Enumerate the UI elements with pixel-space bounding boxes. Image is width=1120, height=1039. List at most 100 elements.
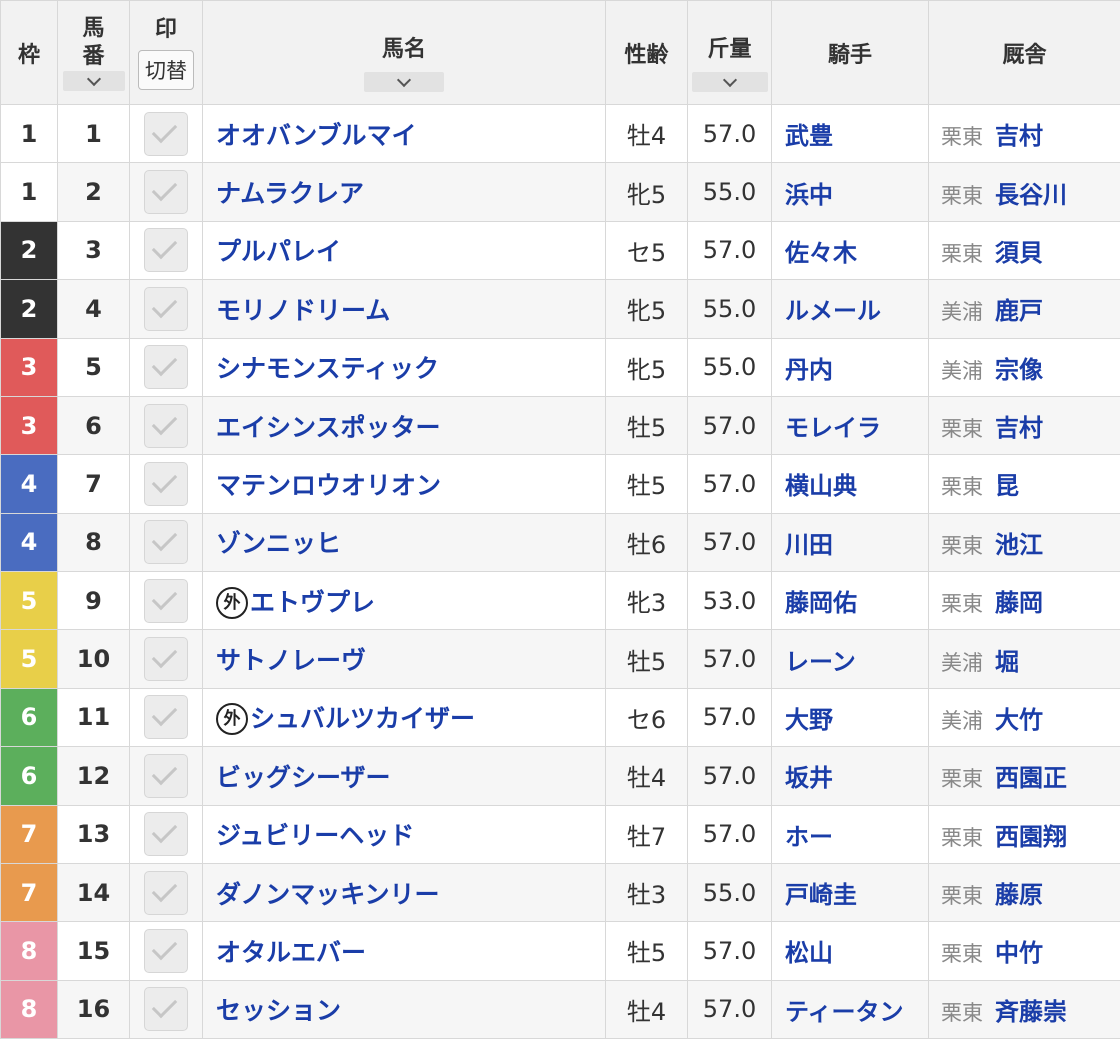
horse-name-link[interactable]: モリノドリーム — [216, 296, 390, 325]
trainer-link[interactable]: 須貝 — [995, 239, 1043, 267]
trainer-link[interactable]: 昆 — [995, 472, 1019, 500]
check-icon[interactable] — [144, 987, 188, 1031]
horse-name-link[interactable]: プルパレイ — [216, 237, 341, 266]
umaban-cell: 8 — [58, 513, 130, 571]
stable-region: 美浦 — [941, 651, 983, 675]
trainer-link[interactable]: 吉村 — [995, 122, 1043, 150]
jockey-link[interactable]: 川田 — [785, 531, 833, 559]
trainer-link[interactable]: 堀 — [995, 648, 1019, 676]
stable-cell: 栗東吉村 — [929, 396, 1120, 454]
jockey-link[interactable]: レーン — [785, 648, 856, 676]
jockey-link[interactable]: 横山典 — [785, 472, 857, 500]
check-icon[interactable] — [144, 170, 188, 214]
mark-cell — [130, 805, 203, 863]
horse-name-link[interactable]: セッション — [216, 996, 341, 1025]
sort-weight-button[interactable] — [692, 72, 768, 92]
weight-cell: 55.0 — [688, 863, 772, 921]
jockey-link[interactable]: 戸崎圭 — [785, 881, 857, 909]
check-icon[interactable] — [144, 929, 188, 973]
check-icon[interactable] — [144, 287, 188, 331]
jockey-link[interactable]: ホー — [785, 823, 833, 851]
trainer-link[interactable]: 藤岡 — [995, 589, 1043, 617]
trainer-link[interactable]: 斉藤崇 — [995, 998, 1067, 1026]
jockey-link[interactable]: 武豊 — [785, 122, 833, 150]
trainer-link[interactable]: 西園正 — [995, 764, 1067, 792]
trainer-link[interactable]: 吉村 — [995, 414, 1043, 442]
jockey-link[interactable]: 坂井 — [785, 764, 833, 792]
jockey-link[interactable]: 松山 — [785, 939, 833, 967]
umaban-cell: 14 — [58, 863, 130, 921]
horse-name-link[interactable]: エトヴプレ — [250, 588, 375, 617]
check-icon[interactable] — [144, 520, 188, 564]
sex-age-cell: 牡7 — [606, 805, 688, 863]
header-waku-label: 枠 — [18, 43, 40, 68]
horse-name-link[interactable]: ダノンマッキンリー — [216, 880, 440, 909]
horse-name-link[interactable]: オタルエバー — [216, 938, 366, 967]
horse-name-cell: サトノレーヴ — [203, 630, 606, 688]
sex-age-cell: セ5 — [606, 221, 688, 279]
sex-age-cell: 牡5 — [606, 922, 688, 980]
horse-name-link[interactable]: ジュビリーヘッド — [216, 821, 414, 850]
jockey-cell: 藤岡佑 — [772, 572, 929, 630]
check-icon[interactable] — [144, 637, 188, 681]
horse-name-link[interactable]: ビッグシーザー — [216, 763, 391, 792]
stable-region: 美浦 — [941, 709, 983, 733]
jockey-link[interactable]: ティータン — [785, 998, 904, 1026]
check-icon[interactable] — [144, 404, 188, 448]
mark-cell — [130, 338, 203, 396]
jockey-link[interactable]: ルメール — [785, 297, 881, 325]
mark-cell — [130, 280, 203, 338]
jockey-cell: 浜中 — [772, 163, 929, 221]
jockey-link[interactable]: モレイラ — [785, 414, 881, 442]
weight-cell: 55.0 — [688, 338, 772, 396]
check-icon[interactable] — [144, 579, 188, 623]
sex-age-cell: 牝5 — [606, 280, 688, 338]
check-icon[interactable] — [144, 812, 188, 856]
mark-cell — [130, 396, 203, 454]
mark-cell — [130, 163, 203, 221]
horse-name-link[interactable]: サトノレーヴ — [216, 646, 366, 675]
horse-name-link[interactable]: ゾンニッヒ — [216, 529, 341, 558]
horse-name-link[interactable]: シュバルツカイザー — [250, 704, 475, 733]
check-icon[interactable] — [144, 112, 188, 156]
check-icon[interactable] — [144, 695, 188, 739]
umaban-cell: 4 — [58, 280, 130, 338]
trainer-link[interactable]: 池江 — [995, 531, 1043, 559]
trainer-link[interactable]: 長谷川 — [995, 181, 1067, 209]
horse-name-cell: 外シュバルツカイザー — [203, 688, 606, 746]
horse-name-link[interactable]: シナモンスティック — [216, 354, 439, 383]
horse-name-link[interactable]: オオバンブルマイ — [216, 121, 417, 150]
check-icon[interactable] — [144, 462, 188, 506]
trainer-link[interactable]: 大竹 — [995, 706, 1043, 734]
weight-cell: 57.0 — [688, 513, 772, 571]
sort-umaban-button[interactable] — [63, 71, 125, 91]
jockey-link[interactable]: 浜中 — [785, 181, 833, 209]
sort-name-button[interactable] — [364, 72, 444, 92]
header-mark-label: 印 — [130, 16, 202, 44]
trainer-link[interactable]: 中竹 — [995, 939, 1043, 967]
check-icon[interactable] — [144, 345, 188, 389]
sex-age-cell: 牡3 — [606, 863, 688, 921]
trainer-link[interactable]: 藤原 — [995, 881, 1043, 909]
trainer-link[interactable]: 西園翔 — [995, 823, 1067, 851]
horse-name-link[interactable]: エイシンスポッター — [216, 413, 441, 442]
trainer-link[interactable]: 鹿戸 — [995, 297, 1043, 325]
jockey-link[interactable]: 丹内 — [785, 356, 833, 384]
horse-name-cell: ゾンニッヒ — [203, 513, 606, 571]
table-row: 713ジュビリーヘッド牡757.0ホー栗東西園翔 — [1, 805, 1120, 863]
jockey-link[interactable]: 藤岡佑 — [785, 589, 857, 617]
horse-name-link[interactable]: ナムラクレア — [216, 179, 364, 208]
horse-name-cell: プルパレイ — [203, 221, 606, 279]
mark-toggle-button[interactable]: 切替 — [138, 50, 194, 90]
jockey-link[interactable]: 佐々木 — [785, 239, 857, 267]
check-icon[interactable] — [144, 228, 188, 272]
check-icon[interactable] — [144, 871, 188, 915]
horse-name-link[interactable]: マテンロウオリオン — [216, 471, 441, 500]
check-icon[interactable] — [144, 754, 188, 798]
header-sex-age-label: 性齢 — [624, 43, 668, 68]
jockey-cell: レーン — [772, 630, 929, 688]
header-name-label: 馬名 — [203, 36, 605, 64]
horse-name-cell: モリノドリーム — [203, 280, 606, 338]
jockey-link[interactable]: 大野 — [785, 706, 833, 734]
trainer-link[interactable]: 宗像 — [995, 356, 1043, 384]
